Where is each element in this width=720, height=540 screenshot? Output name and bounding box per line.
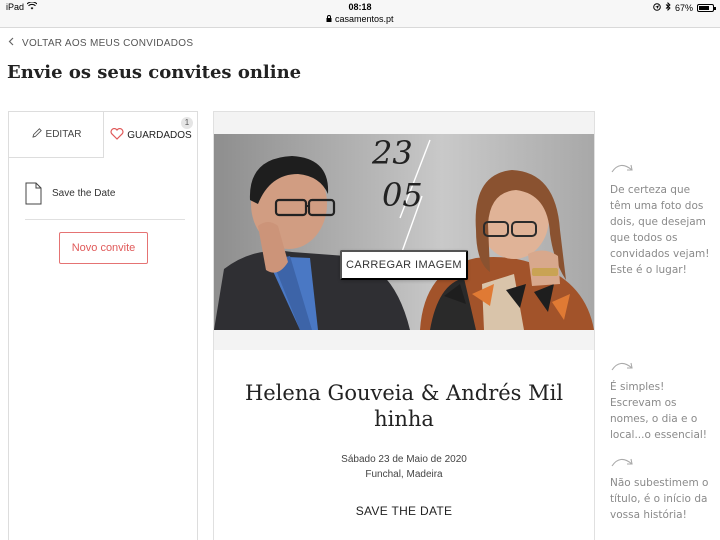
tab-edit[interactable]: EDITAR xyxy=(9,112,104,158)
curved-arrow-icon xyxy=(610,456,636,475)
clock: 08:18 xyxy=(348,2,372,12)
location-icon xyxy=(653,2,661,13)
saved-count-badge: 1 xyxy=(181,117,193,129)
lock-icon xyxy=(326,14,335,24)
photo-date-day: 23 xyxy=(372,134,413,172)
tip-photo: De certeza que têm uma foto dos dois, qu… xyxy=(610,184,710,276)
tip-names: É simples! Escrevam os nomes, o dia e o … xyxy=(610,381,708,441)
chevron-left-icon xyxy=(8,37,14,49)
page-title: Envie os seus convites online xyxy=(7,62,302,83)
save-the-date-title[interactable]: SAVE THE DATE xyxy=(214,504,594,518)
sidebar: EDITAR GUARDADOS 1 Save the Date Novo co… xyxy=(8,111,198,540)
couple-names[interactable]: Helena Gouveia & Andrés Mil hinha xyxy=(236,380,572,432)
battery-icon xyxy=(697,3,716,12)
event-location[interactable]: Funchal, Madeira xyxy=(214,469,594,480)
couple-names-line-2: hinha xyxy=(374,407,434,431)
url-text: casamentos.pt xyxy=(334,14,394,24)
list-item-save-the-date[interactable]: Save the Date xyxy=(25,182,185,220)
status-icons: 67% xyxy=(653,1,716,13)
document-icon xyxy=(25,182,42,208)
tab-edit-label: EDITAR xyxy=(45,129,82,140)
pencil-icon xyxy=(31,127,43,142)
new-invite-button[interactable]: Novo convite xyxy=(59,232,148,264)
event-date[interactable]: Sábado 23 de Maio de 2020 xyxy=(214,454,594,465)
tab-saved[interactable]: GUARDADOS 1 xyxy=(104,112,198,158)
list-item-label: Save the Date xyxy=(52,188,116,199)
curved-arrow-icon xyxy=(610,162,636,181)
invitation-text-area[interactable]: Helena Gouveia & Andrés Mil hinha Sábado… xyxy=(214,350,594,540)
couple-photo[interactable]: 23 05 CARREGAR IMAGEM xyxy=(214,134,594,330)
tab-saved-label: GUARDADOS xyxy=(127,129,192,141)
invitation-card: 23 05 CARREGAR IMAGEM Helena Gouveia & A… xyxy=(213,111,595,540)
curved-arrow-icon xyxy=(610,360,636,379)
battery-percent: 67% xyxy=(674,2,693,13)
address-bar[interactable]: casamentos.pt xyxy=(0,14,720,24)
back-link-label: VOLTAR AOS MEUS CONVIDADOS xyxy=(22,37,194,49)
upload-image-button[interactable]: CARREGAR IMAGEM xyxy=(340,250,468,280)
back-link[interactable]: VOLTAR AOS MEUS CONVIDADOS xyxy=(8,37,193,49)
tip-title: Não subestimem o título, é o início da v… xyxy=(610,477,709,521)
status-bar: iPad 08:18 casamentos.pt 67% xyxy=(0,0,720,28)
bluetooth-icon xyxy=(665,1,671,13)
photo-date-month: 05 xyxy=(382,176,423,214)
heart-icon xyxy=(110,127,124,143)
couple-names-line-1: Helena Gouveia & Andrés Mil xyxy=(244,381,564,405)
